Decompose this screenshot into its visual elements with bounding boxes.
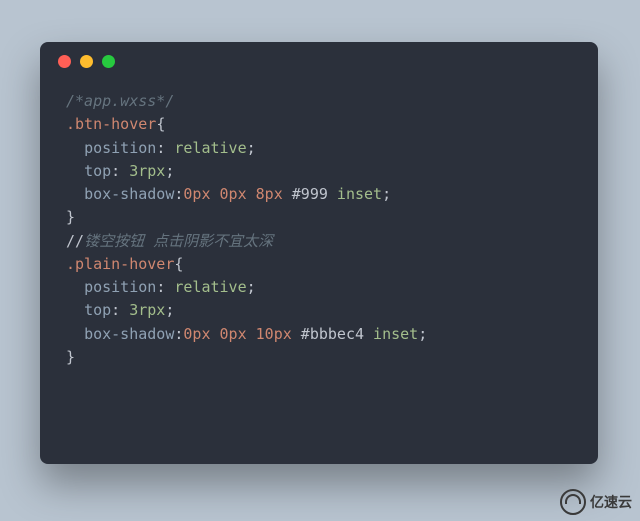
code-value: inset [328,185,382,203]
maximize-icon[interactable] [102,55,115,68]
code-value: relative [165,278,246,296]
code-colon: : [111,301,120,319]
code-number: 8px [247,185,283,203]
code-brace: } [66,348,75,366]
code-brace: } [66,208,75,226]
code-hex: #bbbec4 [292,325,364,343]
code-property: top [84,162,111,180]
code-brace: { [174,255,183,273]
code-indent [66,278,84,296]
code-semi: ; [165,162,174,180]
code-number: 0px [183,325,210,343]
close-icon[interactable] [58,55,71,68]
code-slashes: // [66,232,84,250]
code-comment: 镂空按钮 点击阴影不宜太深 [84,232,273,250]
code-semi: ; [247,278,256,296]
code-property: position [84,139,156,157]
code-selector: .btn-hover [66,115,156,133]
code-indent [66,185,84,203]
window-titlebar [40,42,598,80]
code-semi: ; [165,301,174,319]
code-property: box-shadow [84,185,174,203]
code-value: 3rpx [120,301,165,319]
code-value: inset [364,325,418,343]
code-value: relative [165,139,246,157]
code-colon: : [111,162,120,180]
code-indent [66,301,84,319]
code-semi: ; [382,185,391,203]
code-window: /*app.wxss*/ .btn-hover{ position: relat… [40,42,598,464]
code-number: 0px [211,185,247,203]
code-semi: ; [418,325,427,343]
code-number: 10px [247,325,292,343]
code-selector: .plain-hover [66,255,174,273]
code-number: 0px [183,185,210,203]
code-property: box-shadow [84,325,174,343]
cloud-icon [560,489,586,515]
code-indent [66,162,84,180]
minimize-icon[interactable] [80,55,93,68]
code-semi: ; [247,139,256,157]
code-block: /*app.wxss*/ .btn-hover{ position: relat… [40,80,598,389]
code-brace: { [156,115,165,133]
code-property: top [84,301,111,319]
watermark-logo: 亿速云 [560,489,632,515]
code-colon: : [156,278,165,296]
code-indent [66,139,84,157]
code-property: position [84,278,156,296]
code-comment: /*app.wxss*/ [66,92,174,110]
code-value: 3rpx [120,162,165,180]
logo-text: 亿速云 [590,492,632,512]
code-hex: #999 [283,185,328,203]
code-colon: : [156,139,165,157]
code-number: 0px [211,325,247,343]
code-indent [66,325,84,343]
